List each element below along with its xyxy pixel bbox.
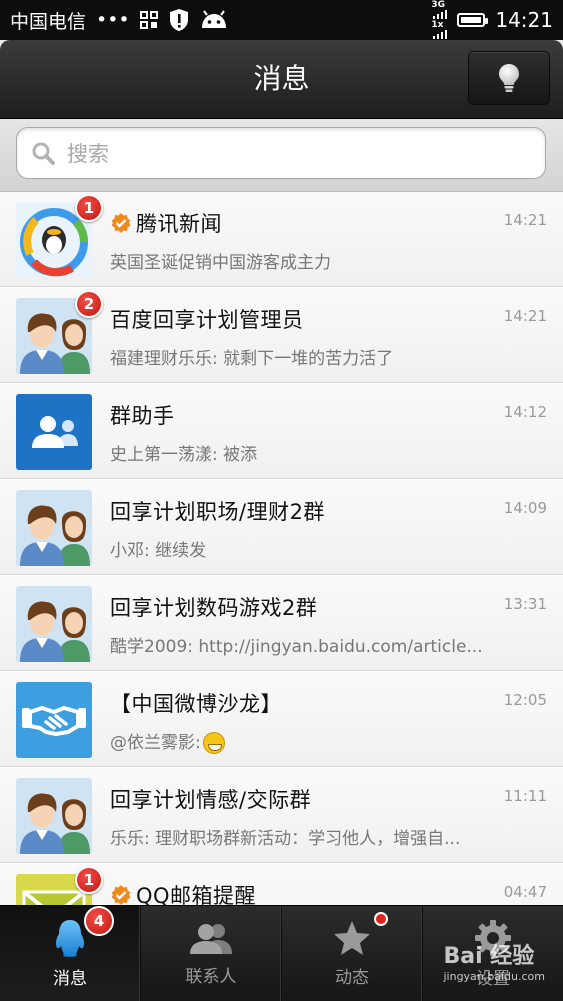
more-notifications-dots: •••: [96, 9, 130, 31]
message-time: 14:09: [503, 499, 547, 517]
tab-messages[interactable]: 消息 4: [0, 906, 141, 1001]
android-icon: [200, 10, 228, 30]
watermark-brand: Bai 经验: [443, 944, 535, 969]
message-time: 11:11: [503, 787, 547, 805]
default-couple-avatar: [16, 490, 92, 566]
conversation-name: 回享计划职场/理财2群: [110, 500, 325, 524]
tab-settings[interactable]: 设置 Bai 经验 jingyan.baidu.com: [423, 906, 563, 1001]
network-1x-label: 1x: [431, 20, 444, 30]
shield-alert-icon: [168, 8, 190, 32]
conversation-name: 回享计划情感/交际群: [110, 788, 312, 812]
status-bar: 中国电信 ••• 3G 1x 14:21: [0, 0, 563, 40]
lightbulb-icon: [498, 63, 520, 93]
message-preview-container: @依兰雾影:: [110, 728, 513, 754]
contacts-icon: [188, 920, 234, 956]
unread-badge: 2: [75, 290, 103, 318]
conversation-name: 群助手: [110, 404, 175, 428]
battery-icon: [457, 13, 489, 27]
star-icon: [332, 919, 372, 957]
message-time: 04:47: [503, 883, 547, 901]
new-activity-dot: [374, 912, 388, 926]
network-3g-label: 3G: [431, 0, 446, 10]
message-time: 14:12: [503, 403, 547, 421]
list-item[interactable]: 回享计划职场/理财2群 14:09 小邓: 继续发: [0, 480, 563, 575]
conversation-name: 百度回享计划管理员: [110, 308, 304, 332]
unread-badge: 1: [75, 866, 103, 894]
message-preview: 乐乐: 理财职场群新活动：学习他人，增强自...: [110, 829, 461, 849]
message-preview: 小邓: 继续发: [110, 541, 207, 561]
watermark-url: jingyan.baidu.com: [443, 970, 545, 983]
message-time: 14:21: [503, 307, 547, 325]
message-time: 14:21: [503, 211, 547, 229]
search-input[interactable]: 搜索: [16, 127, 546, 179]
group-assistant-icon: [16, 394, 92, 470]
message-preview: 英国圣诞促销中国游客成主力: [110, 253, 331, 273]
conversation-name: QQ邮箱提醒: [136, 884, 257, 905]
unread-badge: 1: [75, 194, 103, 222]
message-preview: 福建理财乐乐: 就剩下一堆的苦力活了: [110, 349, 394, 369]
tab-label: 动态: [335, 968, 369, 988]
grin-emoji-icon: [202, 732, 225, 754]
list-item[interactable]: 2 百度回享计划管理员 14:21 福建理财乐乐: 就剩下一堆的苦力活了: [0, 288, 563, 383]
message-time: 13:31: [503, 595, 547, 613]
baidu-jingyan-watermark: Bai 经验 jingyan.baidu.com: [443, 938, 545, 983]
lightbulb-button[interactable]: [468, 51, 550, 105]
qq-penguin-icon: [53, 918, 87, 958]
conversation-name: 腾讯新闻: [136, 212, 222, 236]
tab-feed[interactable]: 动态: [282, 906, 423, 1001]
search-area: 搜索: [0, 119, 563, 192]
list-item[interactable]: 回享计划情感/交际群 11:11 乐乐: 理财职场群新活动：学习他人，增强自..…: [0, 768, 563, 863]
list-item[interactable]: 【中国微博沙龙】 12:05 @依兰雾影:: [0, 672, 563, 767]
message-list: 1 腾讯新闻 14:21 英国圣诞促销中国游客成主力 2 百度回享计划管理员 1…: [0, 192, 563, 905]
message-time: 12:05: [503, 691, 547, 709]
search-placeholder: 搜索: [67, 142, 109, 166]
message-preview: 史上第一荡漾: 被添: [110, 445, 258, 465]
clock: 14:21: [495, 8, 553, 32]
grid-icon: [139, 11, 158, 29]
unread-badge: 4: [84, 906, 114, 936]
list-item[interactable]: 1 QQ邮箱提醒 04:47: [0, 864, 563, 905]
tab-label: 消息: [53, 969, 87, 989]
bottom-tab-bar: 消息 4 联系人 动态 设置 Bai 经验 jingyan.baidu.com: [0, 905, 563, 1001]
carrier-label: 中国电信: [10, 10, 87, 33]
default-couple-avatar: [16, 778, 92, 854]
verified-icon: [111, 885, 131, 905]
handshake-icon: [16, 682, 92, 758]
message-preview: 酷学2009: http://jingyan.baidu.com/article…: [110, 637, 483, 657]
title-bar: 消息: [0, 40, 563, 119]
verified-icon: [111, 213, 131, 233]
tab-contacts[interactable]: 联系人: [141, 906, 282, 1001]
conversation-name: 【中国微博沙龙】: [110, 692, 282, 716]
list-item[interactable]: 回享计划数码游戏2群 13:31 酷学2009: http://jingyan.…: [0, 576, 563, 671]
search-icon: [31, 141, 55, 165]
conversation-name: 回享计划数码游戏2群: [110, 596, 318, 620]
list-item[interactable]: 群助手 14:12 史上第一荡漾: 被添: [0, 384, 563, 479]
tab-label: 联系人: [185, 967, 237, 987]
default-couple-avatar: [16, 586, 92, 662]
message-preview: @依兰雾影:: [110, 733, 201, 753]
network-indicator: 3G 1x: [431, 0, 448, 40]
list-item[interactable]: 1 腾讯新闻 14:21 英国圣诞促销中国游客成主力: [0, 192, 563, 287]
